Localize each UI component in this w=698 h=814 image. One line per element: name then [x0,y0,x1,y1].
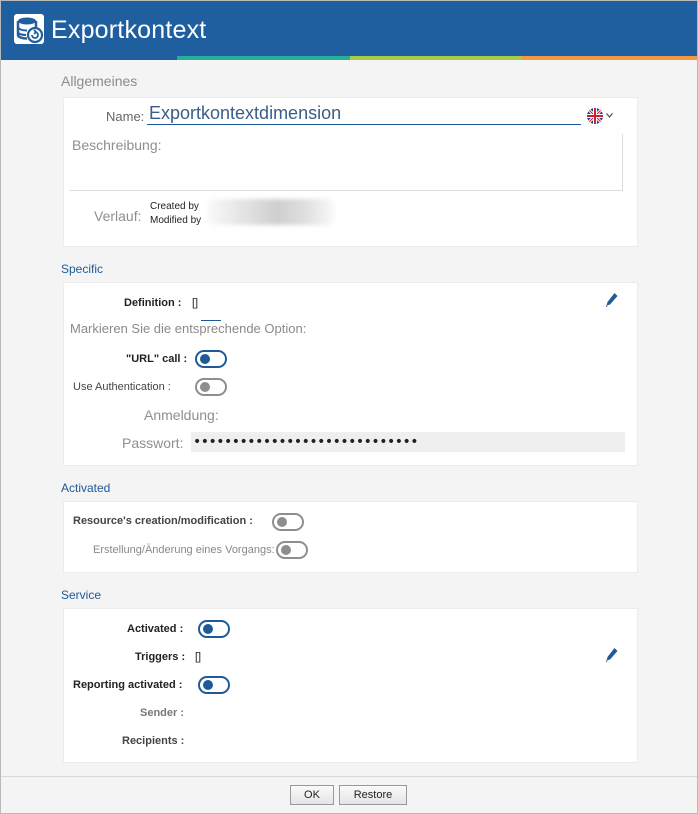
definition-value: [] [192,297,199,309]
name-label: Name: [106,109,145,124]
accent-stripe [522,56,697,60]
name-input[interactable] [147,102,581,125]
section-title-specific: Specific [61,262,104,276]
section-title-general: Allgemeines [61,73,138,89]
section-title-service: Service [61,588,102,602]
title-bar: Exportkontext [1,1,697,56]
service-activated-label: Activated : [127,623,184,635]
url-call-toggle[interactable] [195,350,227,368]
dialog-footer: OK Restore [1,776,697,813]
password-label: Passwort: [122,435,184,451]
modified-by-label: Modified by [150,215,202,226]
ok-button[interactable]: OK [290,785,334,805]
activated-panel: Resource's creation/modification : Erste… [63,501,638,573]
chevron-down-icon [606,113,613,118]
window-title: Exportkontext [51,16,207,44]
sender-label: Sender : [140,707,185,719]
redacted-user-info [207,199,335,225]
resource-modification-label: Resource's creation/modification : [73,515,253,527]
reporting-activated-toggle[interactable] [198,676,230,694]
process-modification-toggle[interactable] [276,541,308,559]
option-hint: Markieren Sie die entsprechende Option: [70,321,307,336]
process-modification-label: Erstellung/Änderung eines Vorgangs: [93,544,275,556]
description-textarea[interactable] [70,134,623,191]
url-call-label: "URL" call : [126,353,188,365]
use-authentication-label: Use Authentication : [73,381,171,393]
triggers-value: [] [195,651,202,663]
general-panel: Name: Verlauf: Created by Modified by [63,97,638,247]
triggers-label: Triggers : [135,651,186,663]
accent-stripe [177,56,350,60]
definition-label: Definition : [124,297,182,309]
section-title-activated: Activated [61,481,111,495]
accent-stripe [350,56,522,60]
accent-stripe [1,56,177,60]
resource-modification-toggle[interactable] [272,513,304,531]
use-authentication-toggle[interactable] [195,378,227,396]
edit-pencil-icon[interactable] [605,292,619,308]
password-input[interactable] [191,432,625,452]
service-activated-toggle[interactable] [198,620,230,638]
restore-button[interactable]: Restore [339,785,407,805]
login-label: Anmeldung: [144,407,219,423]
history-label: Verlauf: [94,208,142,224]
created-by-label: Created by [150,201,199,212]
uk-flag-icon [587,108,603,124]
language-selector[interactable] [587,108,613,124]
export-context-window: Exportkontext Allgemeines Name: Exportko… [0,0,698,814]
service-panel: Activated : Triggers : [] Reporting acti… [63,608,638,763]
reporting-activated-label: Reporting activated : [73,679,183,691]
recipients-label: Recipients : [122,735,185,747]
edit-pencil-icon[interactable] [605,647,619,663]
database-refresh-icon [14,14,44,44]
